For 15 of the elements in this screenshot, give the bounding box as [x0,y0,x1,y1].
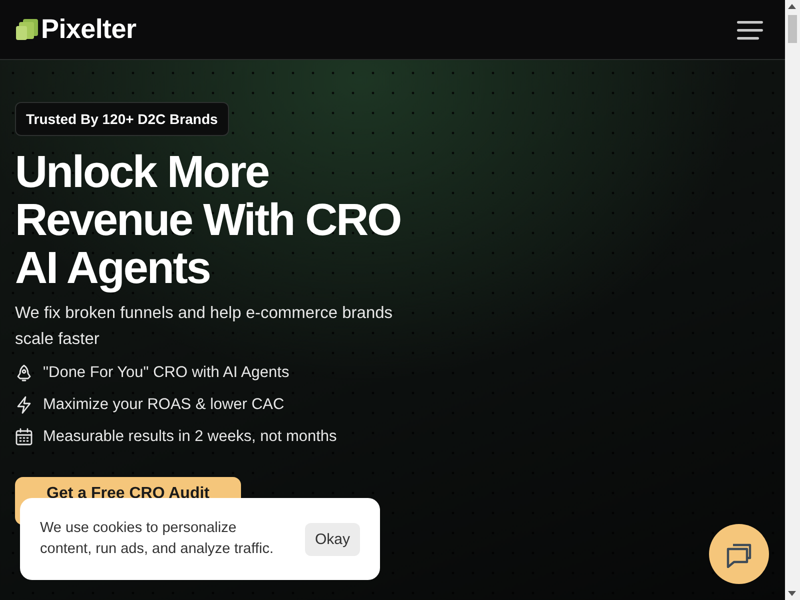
lightning-icon [15,396,33,414]
logo-icon [15,18,39,42]
scrollbar[interactable] [785,0,800,600]
feature-text: Maximize your ROAS & lower CAC [43,395,284,415]
rocket-icon [15,364,33,382]
feature-text: "Done For You" CRO with AI Agents [43,363,290,383]
logo-text[interactable]: Pixelter [41,14,136,45]
hero-heading: Unlock More Revenue With CRO AI Agents [15,148,402,292]
hero-subheading: We fix broken funnels and help e-commerce brands scale faster [15,303,394,350]
trust-badge: Trusted By 120+ D2C Brands [15,102,229,136]
okay-button[interactable]: Okay [304,522,360,556]
menu-icon[interactable] [737,20,763,40]
cookie-message: We use cookies to personalize content, run ads, and analyze traffic. [40,519,274,559]
calendar-icon [15,428,33,446]
feature-text: Measurable results in 2 weeks, not months [43,427,337,447]
